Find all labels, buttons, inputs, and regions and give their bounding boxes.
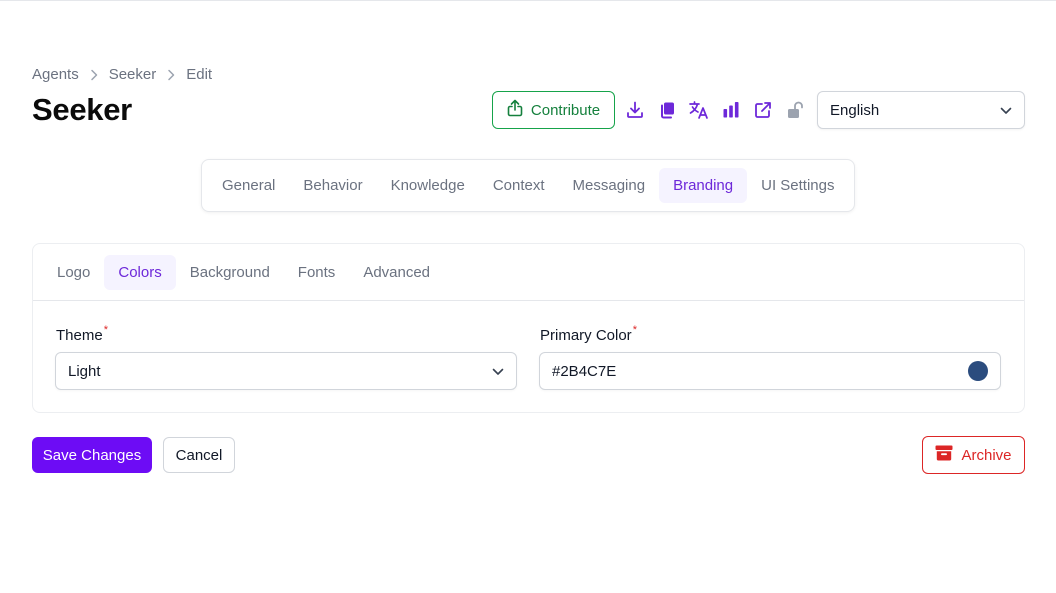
download-icon[interactable] [619,94,651,126]
contribute-button[interactable]: Contribute [492,91,615,129]
branding-card: Logo Colors Background Fonts Advanced Th… [32,243,1025,413]
toolbar: Contribute [492,91,811,129]
share-icon [507,99,523,121]
subtab-fonts[interactable]: Fonts [284,255,350,290]
language-select[interactable]: English [817,91,1025,129]
theme-label-text: Theme [56,327,103,344]
tab-context[interactable]: Context [479,168,559,203]
main-tabs: General Behavior Knowledge Context Messa… [201,159,855,212]
archive-icon [935,445,953,465]
tab-ui-settings[interactable]: UI Settings [747,168,848,203]
subtab-colors[interactable]: Colors [104,254,176,290]
archive-label: Archive [961,446,1012,464]
tab-behavior[interactable]: Behavior [289,168,376,203]
tab-general[interactable]: General [208,168,289,203]
external-link-icon[interactable] [747,94,779,126]
save-changes-button[interactable]: Save Changes [32,437,152,473]
breadcrumb-item-agents[interactable]: Agents [32,66,79,83]
unlock-icon[interactable] [779,94,811,126]
cancel-button[interactable]: Cancel [163,437,235,473]
primary-color-label: Primary Color* [540,324,637,344]
theme-select-value: Light [68,362,101,380]
color-swatch[interactable] [968,361,988,381]
required-marker: * [632,324,637,336]
primary-color-value: #2B4C7E [552,362,617,380]
breadcrumb-item-seeker[interactable]: Seeker [109,66,157,83]
tab-knowledge[interactable]: Knowledge [377,168,479,203]
chevron-right-icon [83,67,105,83]
page-title: Seeker [32,92,132,127]
primary-color-label-text: Primary Color [540,327,632,344]
tab-branding[interactable]: Branding [659,168,748,203]
subtab-advanced[interactable]: Advanced [349,255,444,290]
breadcrumb-item-edit: Edit [186,66,213,83]
primary-color-input[interactable]: #2B4C7E [539,352,1001,390]
theme-label: Theme* [56,324,108,344]
breadcrumb: Agents Seeker Edit [32,66,212,83]
chevron-right-icon [160,67,182,83]
language-select-value: English [830,101,880,119]
translate-icon[interactable] [683,94,715,126]
subtab-background[interactable]: Background [176,255,284,290]
analytics-icon[interactable] [715,94,747,126]
contribute-label: Contribute [530,101,601,119]
required-marker: * [103,324,108,336]
branding-sub-tabs: Logo Colors Background Fonts Advanced [33,244,1024,301]
archive-button[interactable]: Archive [922,436,1025,474]
tab-messaging[interactable]: Messaging [559,168,660,203]
chevron-down-icon [1000,102,1012,119]
top-divider [0,0,1056,1]
copy-icon[interactable] [651,94,683,126]
subtab-logo[interactable]: Logo [43,255,104,290]
theme-select[interactable]: Light [55,352,517,390]
chevron-down-icon [492,363,504,380]
